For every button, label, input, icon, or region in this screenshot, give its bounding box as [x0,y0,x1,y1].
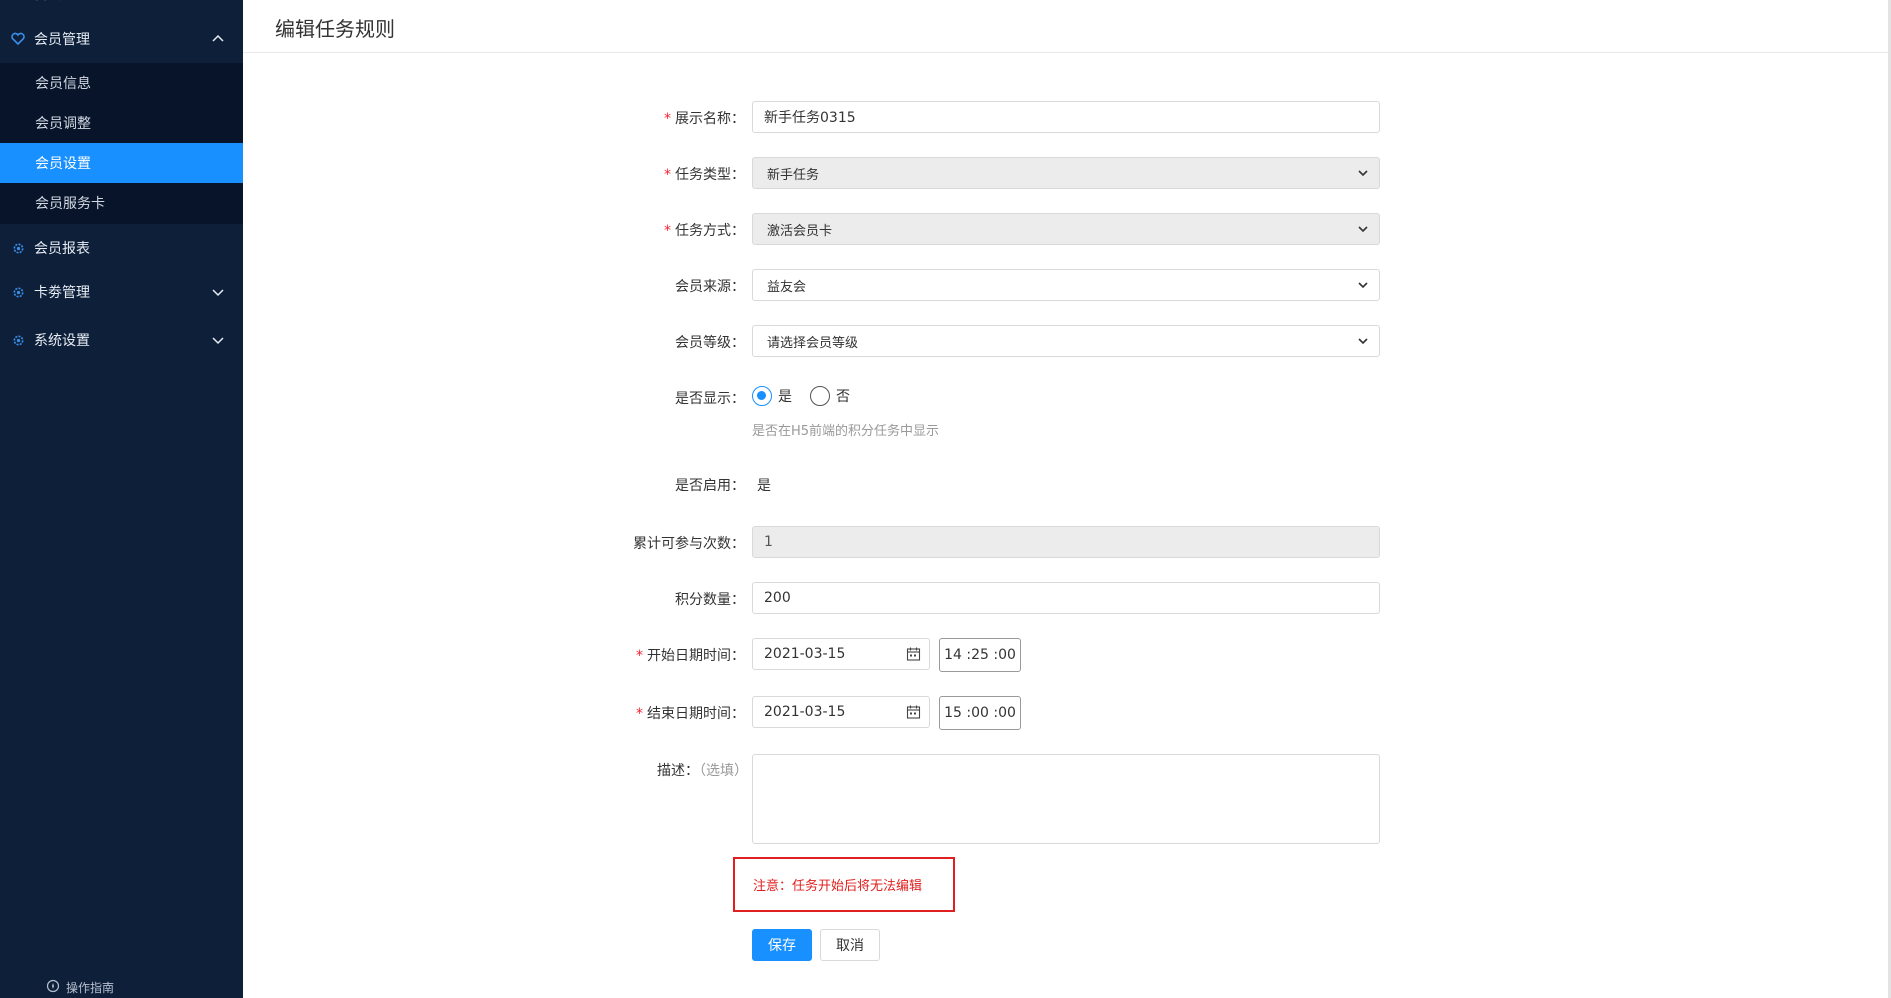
form-row-member-level: 会员等级： 请选择会员等级 [600,325,1380,357]
required-mark: * [664,111,671,127]
field-label: 会员等级： [675,335,745,351]
sidebar-item-label: 会员报表 [34,241,90,257]
page-header: 编辑任务规则 [243,0,1891,53]
form-row-end-datetime: * 结束日期时间： 2021-03-15 15 :00 :00 [600,696,1380,730]
field-label: 会员来源： [675,279,745,295]
field-label: * 开始日期时间： [636,648,745,664]
show-no-radio[interactable]: 否 [810,386,850,406]
sidebar-item-member-service-card[interactable]: 会员服务卡 [0,183,243,223]
chevron-down-icon [1357,223,1369,235]
sidebar-item-card-management[interactable]: 卡劵管理 [0,270,243,314]
optional-mark: （选填） [699,763,748,779]
field-label: 描述：（选填） [657,763,748,779]
member-source-select[interactable]: 益友会 [752,269,1380,301]
notice-box: 注意：任务开始后将无法编辑 [733,857,955,912]
form-row-task-mode: * 任务方式： 激活会员卡 [600,213,1380,245]
sidebar-item-member-management[interactable]: 会员管理 [0,17,243,61]
sidebar: 首页 会员管理 会员信息 会员调整 会员设置 会员服务卡 会员报表 [0,0,243,998]
sidebar-item-label: 会员服务卡 [35,196,105,212]
chevron-down-icon [1357,167,1369,179]
gear-icon [11,285,25,299]
date-value: 2021-03-15 [764,646,846,662]
chevron-down-icon [211,285,225,299]
field-label: * 展示名称： [664,111,745,127]
sidebar-item-label: 会员调整 [35,116,91,132]
task-type-select[interactable]: 新手任务 [752,157,1380,189]
radio-circle [752,386,772,406]
guide-link[interactable]: 操作指南 [46,978,114,996]
form-row-start-datetime: * 开始日期时间： 2021-03-15 14 :25 :00 [600,638,1380,672]
select-value: 新手任务 [767,167,820,183]
show-yes-radio[interactable]: 是 [752,386,792,406]
sidebar-item-member-adjust[interactable]: 会员调整 [0,103,243,143]
field-label: 是否显示： [675,391,745,407]
gear-icon [11,333,25,347]
sidebar-item-member-info[interactable]: 会员信息 [0,63,243,103]
required-mark: * [636,706,643,722]
field-label: * 任务类型： [664,167,745,183]
sidebar-item-label: 系统设置 [34,333,90,349]
page-title: 编辑任务规则 [275,17,395,41]
member-level-select[interactable]: 请选择会员等级 [752,325,1380,357]
field-label: * 结束日期时间： [636,706,745,722]
enabled-value: 是 [757,478,771,494]
sidebar-item-member-settings[interactable]: 会员设置 [0,143,243,183]
sidebar-item-member-report[interactable]: 会员报表 [0,226,243,270]
points-input[interactable]: 200 [752,582,1380,614]
member-submenu: 会员信息 会员调整 会员设置 会员服务卡 [0,63,243,224]
radio-label: 否 [836,389,850,405]
sidebar-item-label: 会员管理 [34,32,90,48]
description-textarea[interactable] [752,754,1380,844]
compass-icon [46,979,60,996]
sidebar-item-system-settings[interactable]: 系统设置 [0,318,243,362]
start-date-input[interactable]: 2021-03-15 [752,638,930,670]
date-value: 2021-03-15 [764,704,846,720]
task-mode-select[interactable]: 激活会员卡 [752,213,1380,245]
max-times-input[interactable]: 1 [752,526,1380,558]
radio-circle [810,386,830,406]
display-name-input[interactable]: 新手任务0315 [752,101,1380,133]
chevron-down-icon [211,333,225,347]
show-hint: 是否在H5前端的积分任务中显示 [752,424,940,439]
form-row-member-source: 会员来源： 益友会 [600,269,1380,301]
sidebar-item-label: 会员设置 [35,156,91,172]
field-label: 是否启用： [675,478,745,494]
chevron-down-icon [1357,335,1369,347]
heart-shield-icon [11,32,25,46]
gear-icon [11,241,25,255]
chevron-up-icon [211,32,225,46]
sidebar-item-label: 卡劵管理 [34,285,90,301]
sidebar-item-label: 首页 [34,0,62,4]
guide-label: 操作指南 [66,980,115,995]
select-value: 益友会 [767,279,807,295]
start-time-input[interactable]: 14 :25 :00 [939,638,1021,672]
sidebar-item-label: 会员信息 [35,76,91,92]
end-time-input[interactable]: 15 :00 :00 [939,696,1021,730]
required-mark: * [664,223,671,239]
field-label: 积分数量： [675,592,745,608]
calendar-icon[interactable] [906,705,921,720]
form-row-task-type: * 任务类型： 新手任务 [600,157,1380,189]
sidebar-item-home[interactable]: 首页 [0,0,243,8]
chevron-down-icon [1357,279,1369,291]
show-radio-group: 是 否 [752,386,868,406]
field-label: 累计可参与次数： [633,536,745,552]
required-mark: * [664,167,671,183]
radio-label: 是 [778,389,792,405]
end-date-input[interactable]: 2021-03-15 [752,696,930,728]
cancel-button[interactable]: 取消 [820,929,880,961]
calendar-icon[interactable] [906,647,921,662]
save-button[interactable]: 保存 [752,929,812,961]
select-value: 请选择会员等级 [767,335,859,351]
select-value: 激活会员卡 [767,223,833,239]
field-label: * 任务方式： [664,223,745,239]
required-mark: * [636,648,643,664]
